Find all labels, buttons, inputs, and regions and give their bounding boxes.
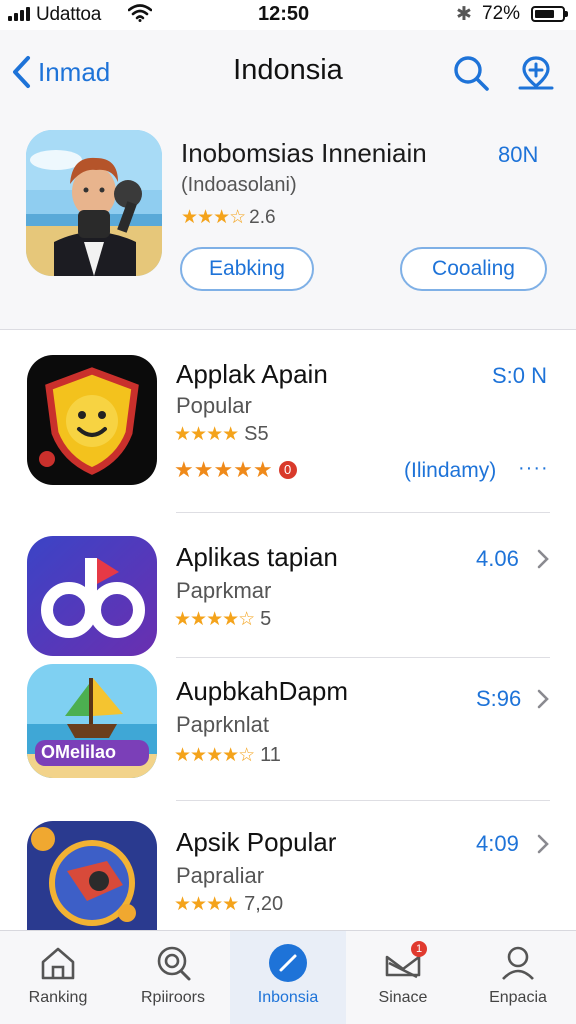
app-price[interactable]: 4:09 — [476, 831, 519, 857]
home-icon — [41, 947, 75, 980]
featured-app-rating: ★★★☆ 2.6 — [181, 206, 276, 229]
app-rating-secondary: ★★★★★ 0 — [174, 457, 297, 483]
search-icon[interactable] — [452, 54, 490, 92]
list-item[interactable]: OMelilao AupbkahDapm Paprknlat ★★★★☆ 11 … — [0, 660, 576, 800]
featured-right-button[interactable]: Cooaling — [400, 247, 547, 291]
notification-badge: 1 — [411, 941, 427, 957]
app-category: Paprkmar — [176, 578, 272, 603]
battery-icon — [531, 6, 568, 22]
tab-profile[interactable]: Enpacia — [460, 931, 576, 1024]
featured-app-card[interactable]: Inobomsias Inneniain (Indoasolani) ★★★☆ … — [0, 116, 576, 330]
compass-icon — [269, 944, 307, 982]
app-price[interactable]: S:0 N — [492, 363, 547, 389]
chevron-right-icon[interactable] — [536, 833, 550, 855]
app-category: Popular — [176, 393, 252, 418]
rating-badge: 0 — [278, 461, 297, 479]
divider — [176, 800, 550, 801]
app-rating-value: 7,20 — [244, 893, 284, 915]
search-icon — [157, 946, 191, 981]
tab-label: Ranking — [28, 989, 88, 1006]
tab-label: Rpiiroors — [140, 989, 205, 1006]
app-rating: ★★★★☆ 11 — [174, 744, 281, 767]
wifi-icon — [128, 4, 152, 22]
featured-app-subtitle: (Indoasolani) — [181, 174, 297, 196]
app-name: Applak Apain — [176, 359, 328, 389]
star-rating-icon: ★★★★☆ — [174, 745, 255, 766]
app-rating: ★★★★☆ 5 — [174, 608, 271, 631]
location-pin-icon[interactable] — [516, 54, 556, 94]
app-rating: ★★★★ S5 — [174, 423, 269, 446]
tab-indonesia[interactable]: Inbonsia — [230, 931, 346, 1024]
star-rating-icon: ★★★★☆ — [174, 609, 255, 630]
divider — [176, 512, 550, 513]
more-button[interactable]: ···· — [518, 457, 549, 480]
app-rating-value: 11 — [260, 744, 281, 766]
featured-app-price[interactable]: 80N — [498, 142, 538, 168]
clock: 12:50 — [258, 3, 310, 25]
chevron-right-icon[interactable] — [536, 548, 550, 570]
bluetooth-icon: ✱ — [456, 4, 472, 25]
app-category: Papraliar — [176, 863, 265, 888]
app-icon — [27, 536, 157, 656]
tab-search[interactable]: Rpiiroors — [115, 931, 231, 1024]
app-icon — [27, 355, 157, 485]
featured-app-icon — [26, 130, 162, 276]
tab-label: Sinace — [378, 989, 428, 1006]
star-rating-icon: ★★★★★ — [174, 457, 273, 482]
app-icon-label: OMelilao — [41, 742, 117, 762]
app-category: Paprknlat — [176, 712, 269, 737]
star-rating-icon: ★★★★ — [174, 894, 239, 915]
list-item[interactable]: Applak Apain Popular ★★★★ S5 ★★★★★ 0 S:0… — [0, 331, 576, 516]
tab-ranking[interactable]: Ranking — [0, 931, 116, 1024]
signal-icon — [8, 7, 32, 21]
app-icon: OMelilao — [27, 664, 157, 778]
app-name: AupbkahDapm — [176, 676, 348, 706]
tab-bar: Ranking Rpiiroors Inbonsia 1 Sinace Enpa… — [0, 930, 576, 1024]
navigation-bar: Inmad Indonsia — [0, 30, 576, 116]
featured-left-button[interactable]: Eabking — [180, 247, 314, 291]
list-item[interactable]: Apsik Popular Papraliar ★★★★ 7,20 4:09 — [0, 803, 576, 930]
app-price[interactable]: S:96 — [476, 686, 521, 712]
app-icon — [27, 821, 157, 930]
tab-label: Inbonsia — [257, 989, 319, 1006]
app-rating-value: S5 — [244, 423, 269, 445]
carrier-label: Udattoa — [36, 4, 102, 25]
app-link[interactable]: (Ilindamy) — [404, 459, 496, 483]
star-rating-icon: ★★★☆ — [181, 207, 246, 228]
app-name: Aplikas tapian — [176, 542, 338, 572]
app-rating-value: 5 — [260, 608, 272, 630]
featured-rating-value: 2.6 — [249, 206, 276, 228]
featured-app-name: Inobomsias Inneniain — [181, 138, 427, 168]
battery-percent: 72% — [482, 3, 521, 24]
app-price[interactable]: 4.06 — [476, 546, 519, 572]
app-name: Apsik Popular — [176, 827, 337, 857]
tab-label: Enpacia — [489, 989, 547, 1006]
status-bar: Udattoa 12:50 ✱ 72% — [0, 0, 576, 30]
divider — [176, 657, 550, 658]
person-icon — [502, 946, 534, 980]
list-item[interactable]: Aplikas tapian Paprkmar ★★★★☆ 5 4.06 — [0, 514, 576, 656]
chevron-right-icon[interactable] — [536, 688, 550, 710]
app-rating: ★★★★ 7,20 — [174, 893, 283, 916]
tab-space[interactable]: 1 Sinace — [345, 931, 461, 1024]
star-rating-icon: ★★★★ — [174, 424, 239, 445]
